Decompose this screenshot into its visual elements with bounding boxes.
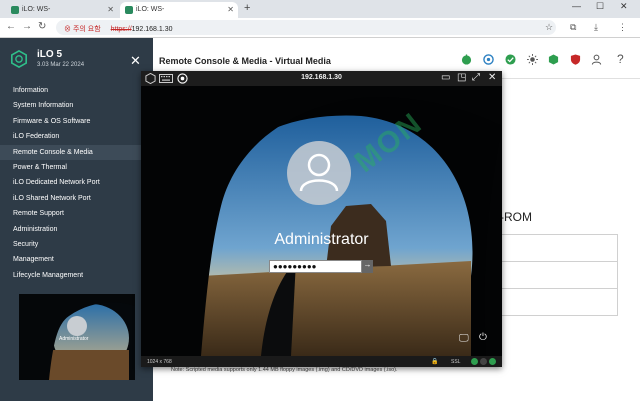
close-tab-icon[interactable]: ✕: [227, 5, 234, 14]
nav-item-firmware-os-software[interactable]: Firmware & OS Software: [0, 114, 153, 129]
firmware-version: 3.03 Mar 22 2024: [37, 62, 85, 68]
nav-menu: Information System Information Firmware …: [0, 83, 153, 283]
url-scheme: https://: [110, 26, 132, 33]
console-thumbnail[interactable]: Administrator: [19, 294, 135, 380]
user-avatar: [287, 141, 351, 205]
cdrom-heading: -ROM: [500, 210, 532, 224]
float-window-icon[interactable]: ▭: [441, 72, 450, 83]
nav-item-management[interactable]: Management: [0, 252, 153, 267]
console-titlebar[interactable]: 192.168.1.30 ▭ ◳ ⤢ ✕: [141, 71, 502, 86]
back-icon[interactable]: ←: [6, 21, 16, 32]
ilo-favicon-icon: [125, 6, 133, 14]
ssl-indicator: SSL: [451, 359, 461, 365]
shield-red-icon[interactable]: [570, 54, 581, 65]
minimize-icon[interactable]: —: [572, 1, 581, 11]
nav-item-information[interactable]: Information: [0, 83, 153, 98]
lock-icon: 🔒: [431, 359, 439, 365]
health-icon[interactable]: [483, 54, 494, 65]
power-icon[interactable]: [461, 54, 472, 65]
tab-label: iLO: WS-: [136, 6, 165, 13]
console-statusbar: 1024 x 768 🔒 SSL: [141, 356, 502, 367]
user-silhouette-icon: [299, 153, 339, 192]
browser-tab-bar: iLO: WS- ✕ iLO: WS- ✕ + — ☐ ✕: [0, 0, 640, 18]
screen-resolution: 1024 x 768: [147, 359, 172, 365]
shutdown-icon[interactable]: ⏻: [479, 332, 487, 343]
nav-item-remote-console-media[interactable]: Remote Console & Media: [0, 144, 153, 160]
tab-label: iLO: WS-: [22, 6, 51, 13]
status-dot-gray-icon: [480, 358, 487, 365]
check-icon[interactable]: [505, 54, 516, 65]
address-bar[interactable]: ⊗ 주의 요함 https://192.168.1.30: [56, 20, 556, 35]
browser-toolbar: ← → ↻ ⊗ 주의 요함 https://192.168.1.30 ☆ ⧉ ⤓…: [0, 18, 640, 38]
network-icon[interactable]: 🖵: [459, 333, 469, 344]
reload-icon[interactable]: ↻: [38, 21, 46, 32]
ilo-logo-icon: [10, 50, 28, 68]
submit-arrow-button[interactable]: →: [362, 260, 373, 273]
browser-tab-2[interactable]: iLO: WS- ✕: [120, 2, 238, 18]
forward-icon[interactable]: →: [22, 21, 32, 32]
status-dot-green-icon: [489, 358, 496, 365]
nav-item-shared-network-port[interactable]: iLO Shared Network Port: [0, 191, 153, 206]
product-name: iLO 5: [37, 49, 63, 60]
scripted-media-note: Note: Scripted media supports only 1.44 …: [171, 367, 398, 373]
nav-item-lifecycle-management[interactable]: Lifecycle Management: [0, 268, 153, 283]
password-input[interactable]: ●●●●●●●●●: [269, 260, 362, 273]
uid-icon[interactable]: [527, 54, 538, 65]
close-nav-icon[interactable]: ✕: [130, 53, 141, 69]
nav-item-administration[interactable]: Administration: [0, 222, 153, 237]
browser-tab-1[interactable]: iLO: WS- ✕: [6, 2, 118, 18]
close-console-icon[interactable]: ✕: [488, 72, 496, 83]
thumbnail-username: Administrator: [59, 336, 89, 342]
download-icon[interactable]: ⤓: [594, 22, 598, 33]
nav-item-ilo-federation[interactable]: iLO Federation: [0, 129, 153, 144]
nav-item-system-information[interactable]: System Information: [0, 98, 153, 113]
lock-screen-background: [141, 86, 502, 356]
close-window-icon[interactable]: ✕: [620, 1, 628, 12]
console-screen[interactable]: MON Administrator ●●●●●●●●● → 🖵 ⏻: [141, 86, 502, 356]
login-username: Administrator: [274, 231, 369, 248]
maximize-icon[interactable]: ☐: [596, 1, 604, 12]
url-host: 192.168.1.30: [131, 26, 173, 33]
user-icon[interactable]: [591, 54, 602, 65]
bookmark-star-icon[interactable]: ☆: [545, 22, 553, 33]
remote-console-window[interactable]: 192.168.1.30 ▭ ◳ ⤢ ✕ MON Administrator ●…: [141, 71, 502, 367]
page-title: Remote Console & Media - Virtual Media: [159, 56, 331, 66]
nav-item-remote-support[interactable]: Remote Support: [0, 206, 153, 221]
extensions-icon[interactable]: ⧉: [570, 22, 576, 33]
shield-green-icon[interactable]: [548, 54, 559, 65]
insecure-warning[interactable]: ⊗ 주의 요함: [64, 26, 101, 33]
table-row-divider: [500, 261, 618, 262]
menu-kebab-icon[interactable]: ⋮: [618, 22, 627, 33]
ilo-sidebar: iLO 5 3.03 Mar 22 2024 ✕ Information Sys…: [0, 38, 153, 401]
help-icon[interactable]: ?: [617, 52, 624, 66]
ilo-favicon-icon: [11, 6, 19, 14]
popout-icon[interactable]: ◳: [457, 72, 466, 83]
table-row-divider: [500, 288, 618, 289]
nav-item-power-thermal[interactable]: Power & Thermal: [0, 160, 153, 175]
new-tab-button[interactable]: +: [244, 2, 250, 14]
media-table: [500, 234, 618, 316]
nav-item-security[interactable]: Security: [0, 237, 153, 252]
fullscreen-icon[interactable]: ⤢: [472, 72, 480, 83]
close-tab-icon[interactable]: ✕: [107, 5, 114, 14]
status-dot-green-icon: [471, 358, 478, 365]
nav-item-dedicated-network-port[interactable]: iLO Dedicated Network Port: [0, 175, 153, 190]
